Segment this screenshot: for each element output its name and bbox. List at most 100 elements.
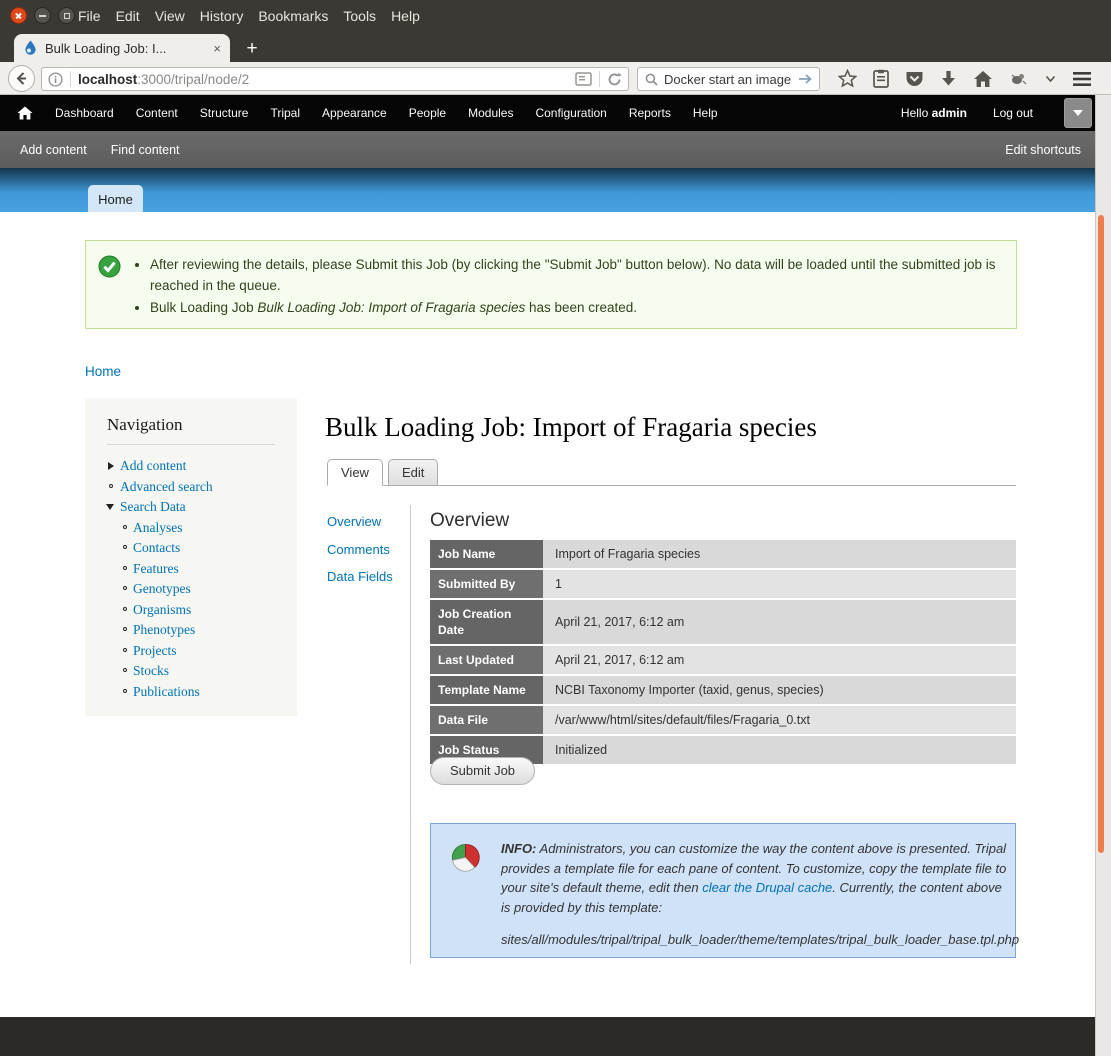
tab-edit[interactable]: Edit <box>388 459 438 486</box>
sidebar-item-organisms[interactable]: Organisms <box>85 599 297 620</box>
new-tab-button[interactable]: + <box>236 37 268 61</box>
sidebar-item-add-content[interactable]: Add content <box>85 455 297 476</box>
urlbar-divider2 <box>599 71 600 87</box>
sidebar-item-advanced-search[interactable]: Advanced search <box>85 476 297 497</box>
submit-job-button[interactable]: Submit Job <box>430 757 535 785</box>
home-icon[interactable] <box>973 70 993 88</box>
leaf-bullet-icon <box>109 484 113 488</box>
window-close-button[interactable] <box>10 7 27 24</box>
info-text: INFO: Administrators, you can customize … <box>501 839 1009 917</box>
status-messages-box: After reviewing the details, please Subm… <box>85 240 1017 329</box>
menu-view[interactable]: View <box>155 8 185 24</box>
admin-menu-configuration[interactable]: Configuration <box>535 106 606 120</box>
menu-bookmarks[interactable]: Bookmarks <box>258 8 328 24</box>
leaf-bullet-icon <box>123 586 127 590</box>
search-bar[interactable]: Docker start an image <box>637 67 820 91</box>
bookmark-star-icon[interactable] <box>838 69 857 88</box>
tab-title: Bulk Loading Job: I... <box>45 41 207 56</box>
reader-mode-icon[interactable] <box>575 72 592 86</box>
sidebar-item-features[interactable]: Features <box>85 558 297 579</box>
admin-menu-reports[interactable]: Reports <box>629 106 671 120</box>
tabs-underline <box>327 485 1016 486</box>
admin-menu-people[interactable]: People <box>409 106 446 120</box>
admin-menu: Dashboard Content Structure Tripal Appea… <box>55 106 718 120</box>
menu-help[interactable]: Help <box>391 8 420 24</box>
sidebar-item-contacts[interactable]: Contacts <box>85 537 297 558</box>
shortcuts-bar: Add content Find content Edit shortcuts <box>0 131 1095 168</box>
screen: File Edit View History Bookmarks Tools H… <box>0 0 1111 1056</box>
menu-edit[interactable]: Edit <box>116 8 140 24</box>
pocket-icon[interactable] <box>905 70 924 88</box>
overview-section-title: Overview <box>430 510 509 532</box>
url-bar[interactable]: localhost:3000/tripal/node/2 <box>41 67 629 91</box>
urlbar-divider <box>70 71 71 87</box>
menu-history[interactable]: History <box>200 8 244 24</box>
table-row: Submitted By1 <box>430 570 1016 600</box>
admin-greeting: Hello admin <box>901 106 967 120</box>
sidebar-item-phenotypes[interactable]: Phenotypes <box>85 619 297 640</box>
pane-links: Overview Comments Data Fields <box>327 514 393 597</box>
status-message-2: Bulk Loading Job Bulk Loading Job: Impor… <box>150 297 1000 318</box>
window-minimize-button[interactable] <box>34 7 51 24</box>
admin-menu-appearance[interactable]: Appearance <box>322 106 387 120</box>
admin-menu-help[interactable]: Help <box>693 106 718 120</box>
leaf-bullet-icon <box>123 566 127 570</box>
logout-link[interactable]: Log out <box>993 106 1033 120</box>
sidebar-item-publications[interactable]: Publications <box>85 681 297 702</box>
admin-menu-modules[interactable]: Modules <box>468 106 513 120</box>
browser-tab-active[interactable]: Bulk Loading Job: I... × <box>14 34 230 62</box>
back-arrow-icon <box>14 71 29 86</box>
site-info-icon[interactable] <box>48 72 63 87</box>
shortcut-find-content[interactable]: Find content <box>111 143 180 157</box>
back-button[interactable] <box>8 65 35 92</box>
admin-home-icon[interactable] <box>17 106 33 120</box>
clear-cache-link[interactable]: clear the Drupal cache <box>702 880 832 895</box>
expanded-arrow-icon[interactable] <box>106 504 114 510</box>
hamburger-menu-icon[interactable] <box>1072 71 1092 87</box>
tab-close-icon[interactable]: × <box>213 41 221 56</box>
sidebar-item-search-data[interactable]: Search Data <box>85 496 297 517</box>
leaf-bullet-icon <box>123 648 127 652</box>
admin-menu-structure[interactable]: Structure <box>200 106 249 120</box>
pane-link-overview[interactable]: Overview <box>327 514 393 529</box>
extension-chevron-icon[interactable] <box>1045 75 1056 83</box>
menu-tools[interactable]: Tools <box>343 8 376 24</box>
tab-view[interactable]: View <box>327 459 383 486</box>
leaf-bullet-icon <box>123 668 127 672</box>
pane-link-data-fields[interactable]: Data Fields <box>327 569 393 584</box>
table-row: Data File/var/www/html/sites/default/fil… <box>430 706 1016 736</box>
pane-link-comments[interactable]: Comments <box>327 542 393 557</box>
collapsed-arrow-icon[interactable] <box>108 462 114 470</box>
leaf-bullet-icon <box>123 689 127 693</box>
table-row: Job NameImport of Fragaria species <box>430 540 1016 570</box>
admin-menu-dashboard[interactable]: Dashboard <box>55 106 114 120</box>
admin-menu-tripal[interactable]: Tripal <box>270 106 300 120</box>
sidebar-item-stocks[interactable]: Stocks <box>85 660 297 681</box>
drupal-favicon <box>23 40 38 56</box>
window-maximize-button[interactable] <box>58 7 75 24</box>
table-row: Template NameNCBI Taxonomy Importer (tax… <box>430 676 1016 706</box>
edit-shortcuts-link[interactable]: Edit shortcuts <box>1005 143 1081 157</box>
search-input[interactable]: Docker start an image <box>664 72 798 87</box>
search-go-icon[interactable] <box>798 73 812 85</box>
sidebar-item-analyses[interactable]: Analyses <box>85 517 297 538</box>
job-details-table: Job NameImport of Fragaria species Submi… <box>430 540 1016 766</box>
sidebar-item-projects[interactable]: Projects <box>85 640 297 661</box>
scrollbar-thumb[interactable] <box>1098 215 1104 853</box>
bookmarks-panel-icon[interactable] <box>873 69 889 88</box>
home-primary-tab[interactable]: Home <box>88 185 143 212</box>
reload-icon[interactable] <box>607 72 622 87</box>
breadcrumb-home-link[interactable]: Home <box>85 364 121 379</box>
leaf-bullet-icon <box>123 545 127 549</box>
page-title: Bulk Loading Job: Import of Fragaria spe… <box>325 412 817 443</box>
toolbar-toggle-button[interactable] <box>1064 98 1092 128</box>
search-icon <box>645 73 658 86</box>
template-info-box: INFO: Administrators, you can customize … <box>430 823 1016 958</box>
url-text[interactable]: localhost:3000/tripal/node/2 <box>78 72 575 87</box>
extension-icon[interactable] <box>1009 71 1029 87</box>
admin-menu-content[interactable]: Content <box>136 106 178 120</box>
menu-file[interactable]: File <box>78 8 101 24</box>
sidebar-item-genotypes[interactable]: Genotypes <box>85 578 297 599</box>
downloads-icon[interactable] <box>940 70 957 88</box>
shortcut-add-content[interactable]: Add content <box>20 143 87 157</box>
